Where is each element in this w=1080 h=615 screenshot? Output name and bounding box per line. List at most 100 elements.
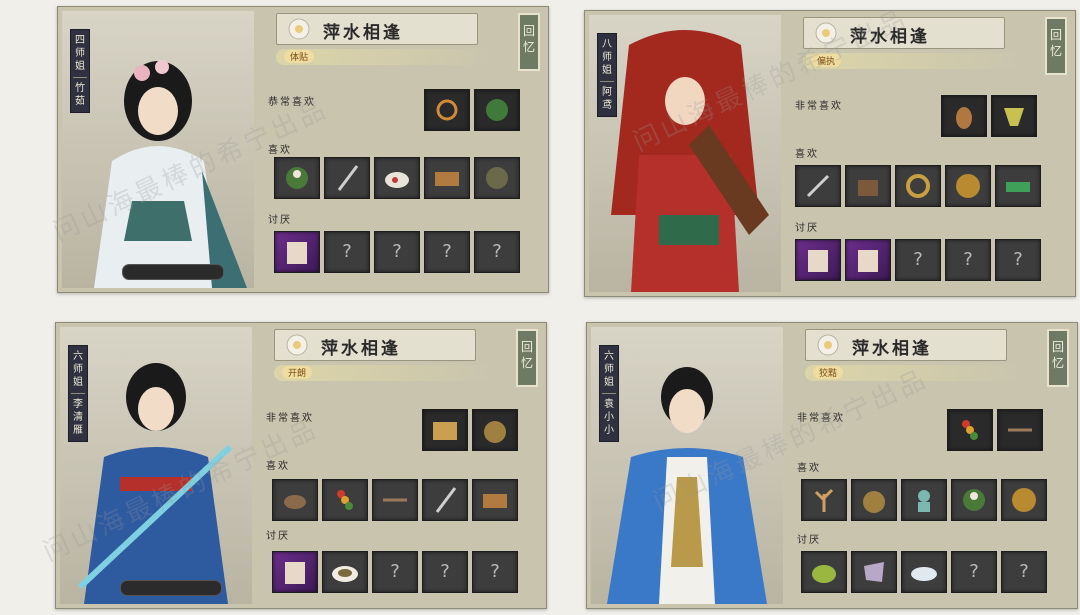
gift-slot-gold-disc[interactable] [945,165,991,207]
gift-slot-wreath[interactable] [274,157,320,199]
memory-button[interactable]: 回忆 [516,329,538,387]
gift-slot-crossbow[interactable] [997,409,1043,451]
question-mark: ? [969,561,979,582]
dish-icon [332,566,358,582]
gift-slot-gold-disc[interactable] [1001,479,1047,521]
gift-slot-dagger[interactable] [795,165,841,207]
memory-button[interactable]: 回忆 [1047,329,1069,387]
question-mark: ? [492,241,502,262]
jar-icon [484,421,506,443]
unknown-slot[interactable]: ? [472,551,518,593]
question-mark: ? [440,561,450,582]
bracelet-icon [906,174,930,198]
screen-title: 萍水相逢 [850,27,930,47]
character-rank-name: 八师姐 阿鸢 [597,33,617,117]
gift-slot-skewer[interactable] [947,409,993,451]
gift-slot-coral[interactable] [801,479,847,521]
gift-slot-jade-figure[interactable] [901,479,947,521]
unknown-slot[interactable]: ? [995,239,1041,281]
question-mark: ? [392,241,402,262]
rank-label: 四师姐 [75,35,85,72]
gift-slot-hairpin[interactable] [422,479,468,521]
gift-slot-fan[interactable] [474,89,520,131]
knot-icon [436,99,458,121]
title-banner: 萍水相逢 [274,329,476,361]
trait-tag: 开朗 [282,366,313,379]
unknown-slot[interactable]: ? [895,239,941,281]
rank-label: 六师姐 [73,351,83,388]
trait-bar: 狡黠 [805,365,1025,381]
memory-button[interactable]: 回忆 [518,13,540,71]
gold-disc-icon [1012,488,1036,512]
scroll-icon [808,250,828,272]
question-mark: ? [342,241,352,262]
unknown-slot[interactable]: ? [324,231,370,273]
gift-slot-dish[interactable] [322,551,368,593]
gift-slot-tea[interactable] [272,479,318,521]
tea-bowl-icon [812,565,836,583]
like-label: 喜欢 [795,149,819,160]
unknown-slot[interactable]: ? [424,231,470,273]
gift-slot-hairpin[interactable] [324,157,370,199]
dagger-icon [806,174,830,198]
unknown-slot[interactable]: ? [422,551,468,593]
gift-slot-bracelet[interactable] [895,165,941,207]
gift-slot-tea-bowl[interactable] [801,551,847,593]
medallion-icon [486,167,508,189]
dislike-label: 讨厌 [266,531,290,542]
scroll-icon [858,250,878,272]
gift-slot-cloth[interactable] [851,551,897,593]
memory-button[interactable]: 回忆 [1045,17,1067,75]
screen-title: 萍水相逢 [323,23,403,43]
dumpling-icon [385,172,409,188]
unknown-slot[interactable]: ? [1001,551,1047,593]
name-label: 竹茹 [75,83,85,107]
gift-slot-skewer[interactable] [322,479,368,521]
title-banner: 萍水相逢 [803,17,1005,49]
gift-slot-vase[interactable] [941,95,987,137]
gift-slot-knot[interactable] [424,89,470,131]
gift-slot-jade-cup[interactable] [991,95,1037,137]
lotus-icon [288,18,310,40]
jade-pillow-icon [1006,182,1030,192]
name-label: 阿鸢 [602,87,612,111]
gift-slot-scroll[interactable] [795,239,841,281]
question-mark: ? [390,561,400,582]
unknown-slot[interactable]: ? [474,231,520,273]
gift-slot-jade-pillow[interactable] [995,165,1041,207]
character-rank-name: 六师姐 李清雁 [68,345,88,442]
title-banner: 萍水相逢 [276,13,478,45]
dislike-label: 讨厌 [795,223,819,234]
gift-slot-comb[interactable] [424,157,470,199]
gift-slot-abacus[interactable] [422,409,468,451]
screen-title: 萍水相逢 [852,339,932,359]
trait-bar: 体贴 [276,49,496,65]
gift-slot-wreath[interactable] [951,479,997,521]
gift-slot-crossbow[interactable] [372,479,418,521]
unknown-slot[interactable]: ? [945,239,991,281]
rank-label: 八师姐 [602,39,612,76]
gift-slot-jar[interactable] [851,479,897,521]
gift-slot-scroll[interactable] [274,231,320,273]
porcelain-bowl-icon [911,567,937,581]
title-banner: 萍水相逢 [805,329,1007,361]
very-like-label: 非常喜欢 [797,413,845,424]
very-like-label: 恭常喜欢 [268,97,316,108]
gift-slot-porcelain-bowl[interactable] [901,551,947,593]
gift-slot-pouch[interactable] [845,165,891,207]
gift-slot-scroll[interactable] [845,239,891,281]
gift-slot-scroll[interactable] [272,551,318,593]
character-portrait: 四师姐 竹茹 [62,11,254,288]
question-mark: ? [913,249,923,270]
unknown-slot[interactable]: ? [951,551,997,593]
name-label: 袁小小 [604,399,614,436]
unknown-slot[interactable]: ? [372,551,418,593]
pouch-icon [858,180,878,196]
unknown-slot[interactable]: ? [374,231,420,273]
gift-slot-dumpling[interactable] [374,157,420,199]
gift-slot-jar[interactable] [472,409,518,451]
gift-slot-comb[interactable] [472,479,518,521]
lotus-icon [815,22,837,44]
cup-icon [1004,108,1024,126]
gift-slot-medallion[interactable] [474,157,520,199]
